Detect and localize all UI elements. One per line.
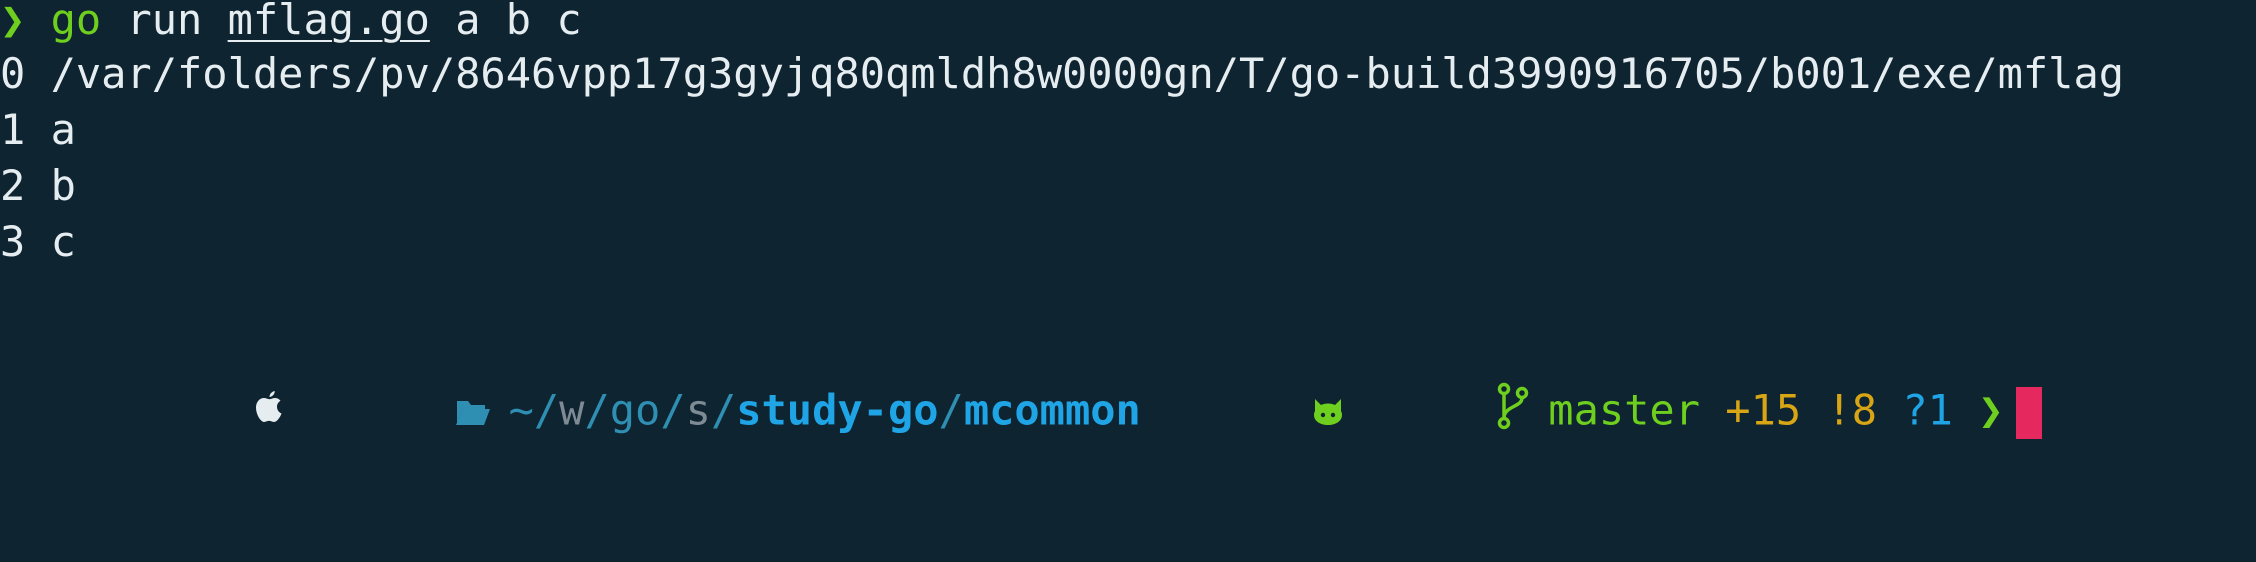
command-line: ❯ go run mflag.go a b c [0, 0, 582, 48]
path-home: ~/ [508, 385, 560, 435]
git-staged-count: +15 [1725, 385, 1802, 435]
output-line-1: 1 a [0, 105, 76, 154]
command-name: go [50, 0, 102, 44]
github-icon [1159, 329, 1345, 497]
path-segment-w: w [559, 385, 585, 435]
path-separator: / [660, 385, 686, 435]
git-branch-name: master [1548, 385, 1700, 435]
command-args: run [101, 0, 228, 44]
git-modified-count: !8 [1826, 385, 1878, 435]
path-segment-study-go: study-go [736, 385, 939, 435]
command-args-after: a b c [429, 0, 582, 44]
output-line-2: 2 b [0, 161, 76, 210]
folder-open-icon [303, 329, 491, 497]
prompt-symbol: ❯ [1978, 385, 2004, 435]
text-cursor[interactable] [2015, 387, 2042, 439]
path-separator: / [938, 385, 964, 435]
output-line-3: 3 c [0, 217, 76, 266]
path-separator: / [710, 385, 737, 435]
path-segment-go: go [609, 385, 661, 435]
path-segment-s: s [685, 385, 711, 435]
git-branch-icon [1345, 326, 1531, 500]
prompt-status-line: ~/w/go/s/study-go/mcommon master +15 !8 … [0, 270, 2042, 439]
current-directory: mcommon [963, 385, 1141, 435]
output-line-0: 0 /var/folders/pv/8646vpp17g3gyjq80qmldh… [0, 49, 2125, 98]
terminal-window[interactable]: ❯ go run mflag.go a b c 0 /var/folders/p… [0, 0, 2256, 562]
path-separator: / [584, 385, 610, 435]
git-untracked-count: ?1 [1902, 385, 1953, 435]
apple-icon [101, 329, 285, 497]
prompt-symbol: ❯ [0, 0, 26, 44]
command-file: mflag.go [227, 0, 430, 44]
